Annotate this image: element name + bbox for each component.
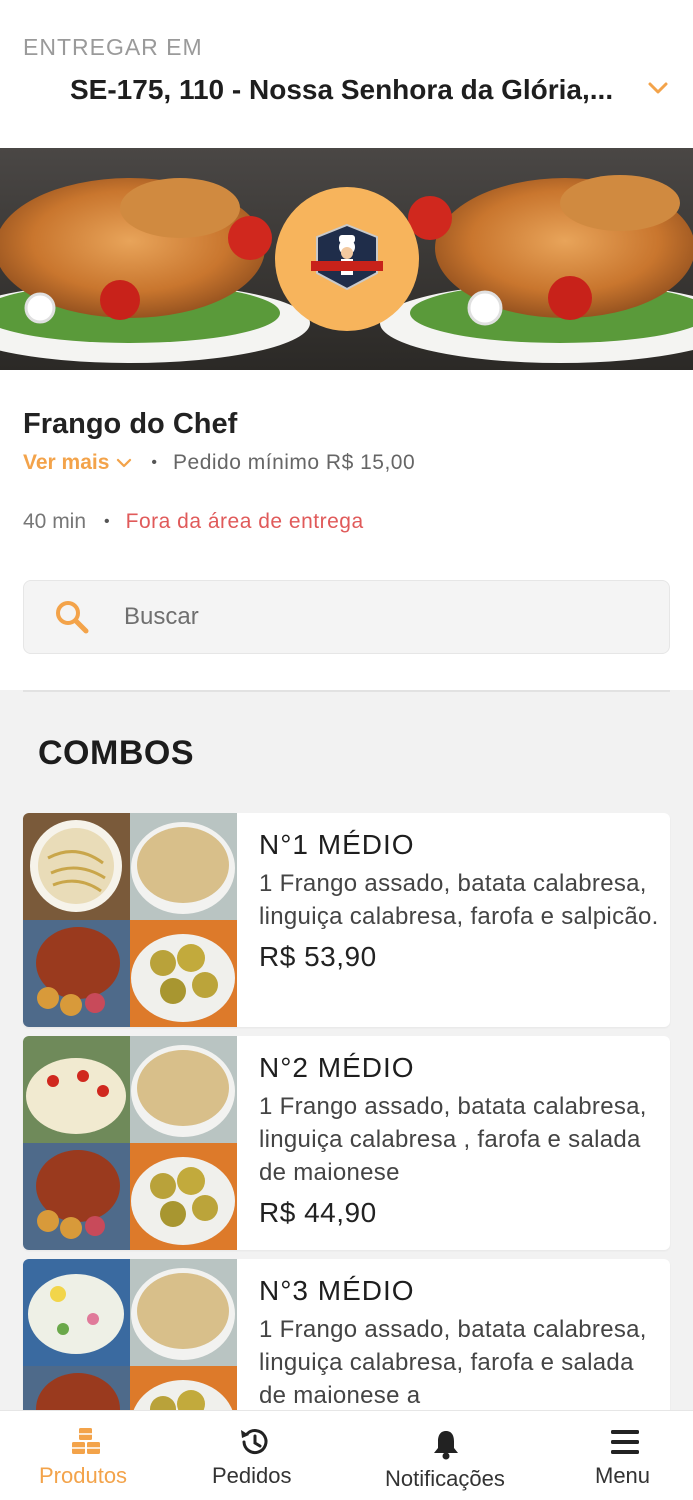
history-icon bbox=[241, 1429, 268, 1455]
deliver-label: ENTREGAR EM bbox=[23, 34, 203, 60]
product-title: N°1 MÉDIO bbox=[259, 829, 415, 860]
nav-label: Pedidos bbox=[212, 1463, 292, 1488]
menu-icon bbox=[611, 1430, 639, 1454]
product-card[interactable]: N°2 MÉDIO 1 Frango assado, batata calabr… bbox=[23, 1036, 670, 1250]
cubes-icon bbox=[72, 1428, 100, 1454]
nav-label: Produtos bbox=[39, 1463, 128, 1488]
store-name: Frango do Chef bbox=[23, 408, 238, 440]
nav-label: Notificações bbox=[385, 1466, 505, 1491]
product-card[interactable]: N°3 MÉDIO 1 Frango assado, batata calabr… bbox=[23, 1259, 670, 1410]
separator-dot: • bbox=[151, 454, 158, 471]
delivery-time: 40 min bbox=[23, 510, 87, 533]
product-price: R$ 53,90 bbox=[259, 941, 377, 972]
product-card[interactable]: N°1 MÉDIO 1 Frango assado, batata calabr… bbox=[23, 813, 670, 1027]
store-logo bbox=[275, 187, 419, 331]
bottom-nav: Produtos Pedidos Notificações Menu bbox=[0, 1410, 693, 1500]
nav-label: Menu bbox=[595, 1463, 651, 1488]
chevron-down-icon bbox=[648, 82, 668, 94]
nav-item-notificacoes[interactable]: Notificações bbox=[346, 1411, 546, 1500]
search-icon bbox=[56, 601, 89, 634]
product-list: COMBOS N°1 MÉDIO 1 Frango assado, batata bbox=[0, 690, 693, 1410]
separator-dot: • bbox=[104, 513, 110, 530]
see-more-link[interactable]: Ver mais bbox=[23, 451, 133, 475]
nav-item-pedidos[interactable]: Pedidos bbox=[173, 1411, 346, 1500]
product-description: 1 Frango assado, batata calabresa, lingu… bbox=[259, 870, 659, 930]
product-title: N°2 MÉDIO bbox=[259, 1052, 415, 1083]
section-title: COMBOS bbox=[38, 734, 194, 772]
product-image bbox=[23, 1036, 237, 1250]
product-image bbox=[23, 1259, 237, 1410]
divider bbox=[23, 690, 670, 692]
product-price: R$ 44,90 bbox=[259, 1197, 377, 1228]
product-image bbox=[23, 813, 237, 1027]
search-box[interactable] bbox=[23, 580, 670, 654]
see-more-label: Ver mais bbox=[23, 451, 110, 474]
product-description: 1 Frango assado, batata calabresa, lingu… bbox=[259, 1316, 647, 1409]
address-selector[interactable]: SE-175, 110 - Nossa Senhora da Glória,..… bbox=[70, 70, 670, 110]
address-text: SE-175, 110 - Nossa Senhora da Glória,..… bbox=[70, 74, 614, 105]
min-order: Pedido mínimo R$ 15,00 bbox=[173, 451, 416, 474]
nav-item-produtos[interactable]: Produtos bbox=[0, 1411, 173, 1500]
product-title: N°3 MÉDIO bbox=[259, 1275, 415, 1306]
delivery-status: Fora da área de entrega bbox=[125, 510, 364, 533]
nav-item-menu[interactable]: Menu bbox=[546, 1411, 693, 1500]
search-input[interactable] bbox=[124, 603, 604, 631]
bell-icon bbox=[434, 1431, 458, 1460]
product-description: 1 Frango assado, batata calabresa, lingu… bbox=[259, 1093, 647, 1186]
chevron-down-icon bbox=[117, 458, 132, 468]
